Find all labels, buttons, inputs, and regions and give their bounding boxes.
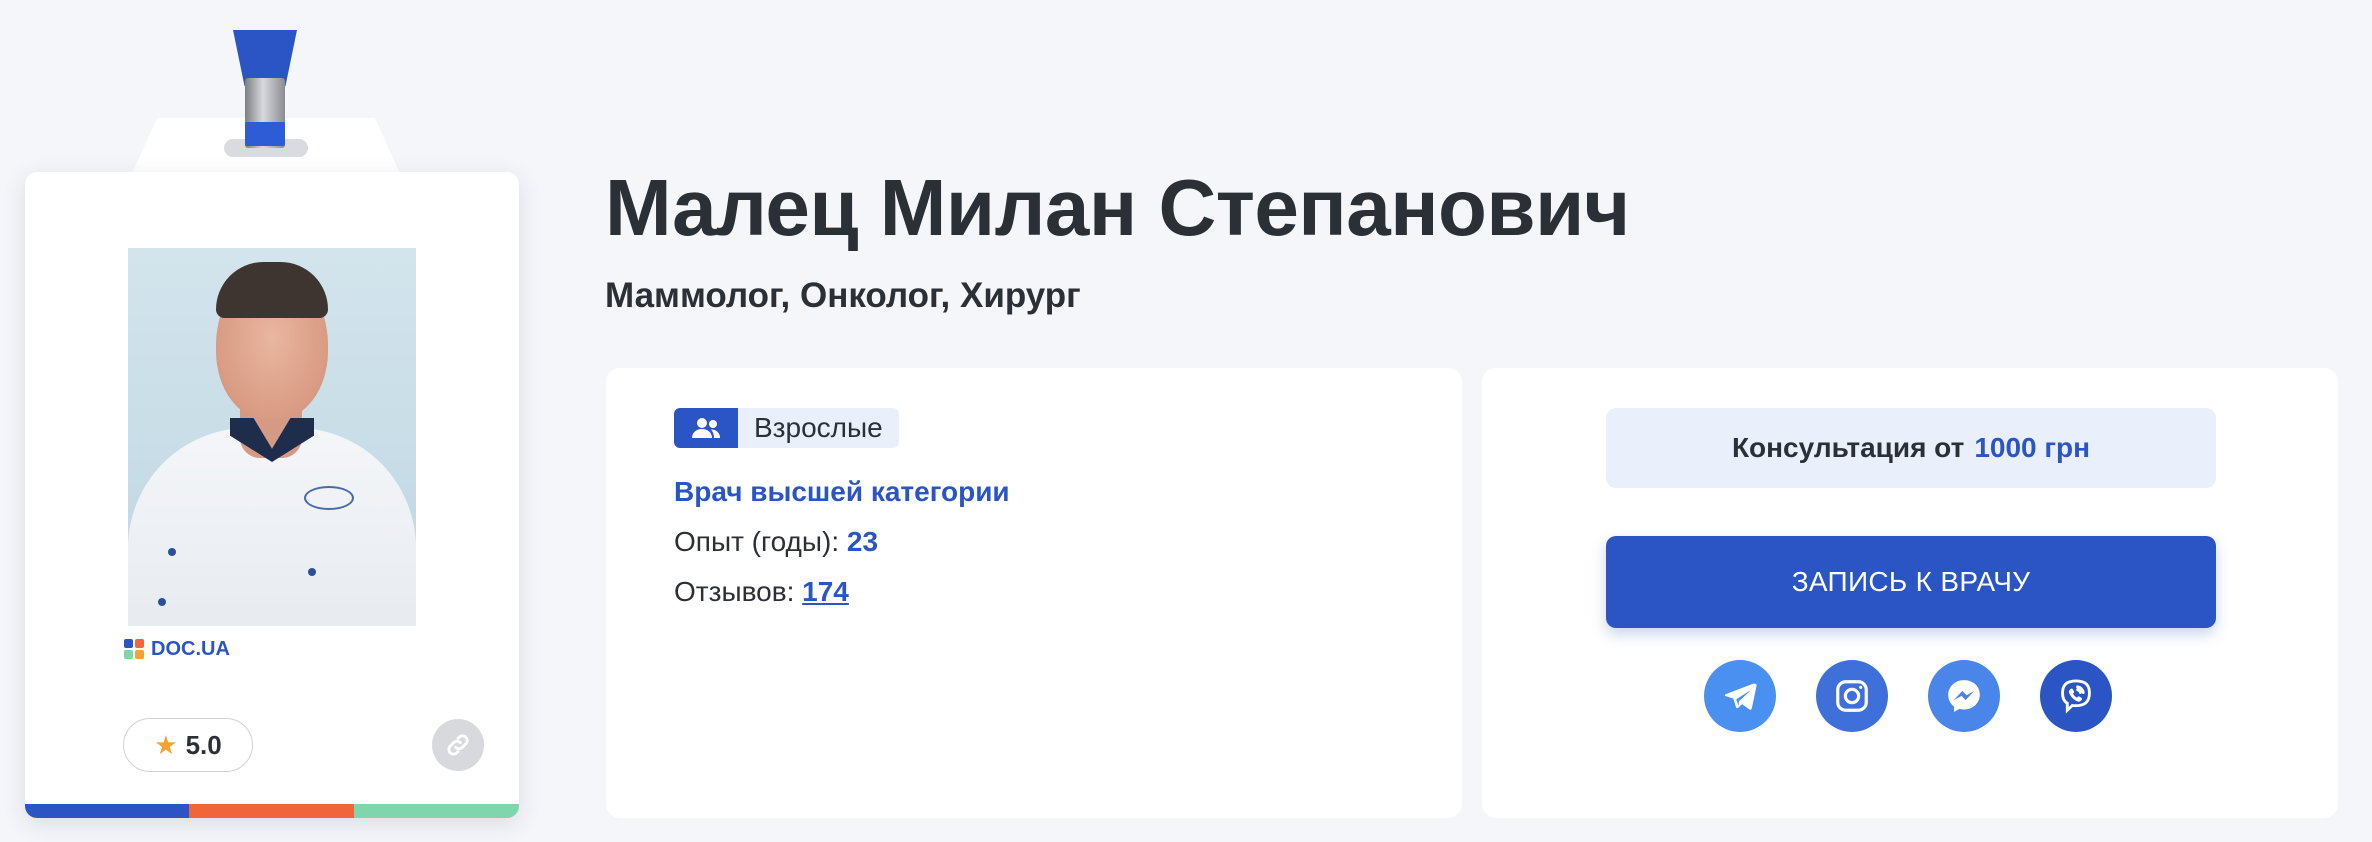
telegram-icon xyxy=(1724,683,1757,710)
doctor-info-panel: Взрослые Врач высшей категории Опыт (год… xyxy=(606,368,1462,818)
price-label: Консультация от xyxy=(1731,432,1965,463)
lanyard-clip-end xyxy=(245,122,285,146)
stripe-orange xyxy=(189,804,354,818)
booking-panel: Консультация от 1000 грн ЗАПИСЬ К ВРАЧУ xyxy=(1482,368,2338,818)
book-appointment-button[interactable]: ЗАПИСЬ К ВРАЧУ xyxy=(1606,536,2216,628)
doctor-photo xyxy=(128,248,416,626)
docua-logo: DOC.UA xyxy=(123,636,230,662)
copy-link-button[interactable] xyxy=(432,719,484,771)
reviews-link[interactable]: 174 xyxy=(802,576,849,607)
consultation-price: Консультация от 1000 грн xyxy=(1606,408,2216,488)
docua-logo-icon xyxy=(123,638,145,660)
users-icon xyxy=(674,408,738,448)
reviews-row: Отзывов: 174 xyxy=(674,576,849,608)
doctor-category: Врач высшей категории xyxy=(674,476,1010,507)
messenger-icon xyxy=(1948,680,1980,712)
star-icon: ★ xyxy=(154,730,178,760)
rating-value: 5.0 xyxy=(185,729,222,760)
stripe-green xyxy=(354,804,519,818)
messenger-button[interactable] xyxy=(1928,660,2000,732)
link-icon xyxy=(447,734,469,756)
viber-icon xyxy=(2061,679,2091,714)
doctor-name: Малец Милан Степанович xyxy=(605,163,1630,252)
telegram-button[interactable] xyxy=(1704,660,1776,732)
experience-value: 23 xyxy=(846,526,879,557)
age-group-tag: Взрослые xyxy=(674,408,899,448)
doctor-badge-card: DOC.UA ★ 5.0 xyxy=(25,172,519,818)
viber-button[interactable] xyxy=(2040,660,2112,732)
doctor-specialties: Маммолог, Онколог, Хирург xyxy=(605,276,1081,315)
experience-label: Опыт (годы): xyxy=(674,526,840,557)
social-buttons xyxy=(1704,660,2112,732)
reviews-label: Отзывов: xyxy=(674,576,795,607)
docua-logo-text: DOC.UA xyxy=(151,637,230,660)
instagram-button[interactable] xyxy=(1816,660,1888,732)
age-group-label: Взрослые xyxy=(754,412,883,443)
rating-badge: ★ 5.0 xyxy=(123,718,253,772)
stripe-blue xyxy=(25,804,189,818)
experience-row: Опыт (годы): 23 xyxy=(674,526,878,558)
instagram-icon xyxy=(1836,680,1868,712)
price-value: 1000 грн xyxy=(1974,432,2091,463)
